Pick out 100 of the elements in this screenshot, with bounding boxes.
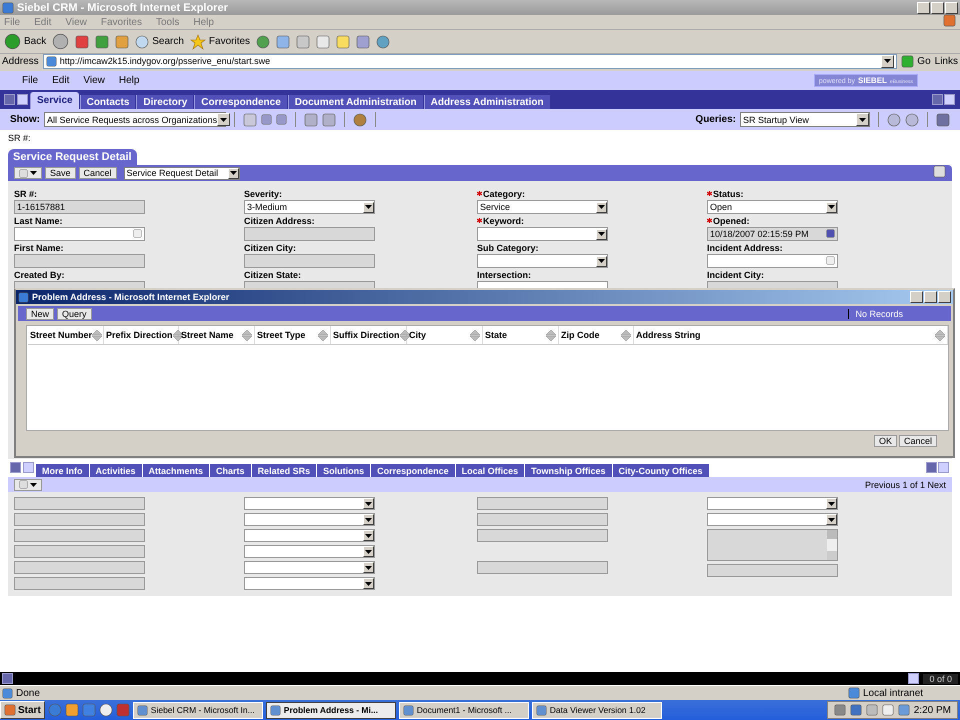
form-field[interactable] — [14, 227, 145, 241]
dropdown-icon[interactable] — [598, 205, 605, 209]
form-field[interactable] — [707, 497, 838, 510]
column-header[interactable]: Suffix Direction — [333, 330, 400, 340]
menu-item[interactable]: View — [83, 75, 105, 86]
dropdown-icon[interactable] — [30, 171, 37, 175]
form-field[interactable] — [244, 513, 375, 526]
close-button[interactable] — [938, 291, 951, 303]
taskbar-button[interactable]: Problem Address - Mi... — [266, 702, 396, 718]
form-field[interactable] — [244, 561, 375, 574]
dropdown-icon[interactable] — [30, 482, 37, 486]
dropdown-icon[interactable] — [598, 232, 605, 236]
form-field[interactable] — [14, 561, 145, 574]
column-header[interactable]: Address String — [636, 330, 701, 340]
dropdown-icon[interactable] — [598, 259, 605, 263]
scroll-left-button[interactable] — [932, 94, 943, 105]
view-tab[interactable]: More Info — [36, 464, 88, 477]
dialog-button[interactable]: Cancel — [898, 435, 937, 447]
form-field[interactable] — [707, 564, 838, 577]
menu-item[interactable]: Help — [118, 75, 140, 86]
screen-tab[interactable]: Correspondence — [194, 95, 287, 109]
column-header[interactable]: Zip Code — [561, 330, 600, 340]
dropdown-icon[interactable] — [365, 518, 372, 522]
maximize-button[interactable] — [924, 291, 937, 303]
dropdown-icon[interactable] — [828, 502, 835, 506]
dropdown-icon[interactable] — [365, 205, 372, 209]
dialog-button[interactable]: OK — [874, 435, 897, 447]
taskbar-button[interactable]: Document1 - Microsoft ... — [398, 702, 529, 718]
taskbar-button[interactable]: Siebel CRM - Microsoft In... — [132, 702, 263, 718]
sort-icon[interactable] — [172, 330, 183, 340]
view-tab[interactable]: Township Offices — [525, 464, 612, 477]
form-field[interactable] — [14, 497, 145, 510]
form-field[interactable] — [477, 513, 608, 526]
view-tab[interactable]: City-County Offices — [612, 464, 709, 477]
screen-tab[interactable]: Service — [30, 92, 79, 109]
form-field[interactable] — [244, 497, 375, 510]
menu-button[interactable] — [14, 167, 42, 179]
form-field[interactable] — [477, 227, 608, 241]
queries-dropdown[interactable]: SR Startup View — [740, 112, 870, 127]
view-tab[interactable]: Related SRs — [252, 464, 316, 477]
scroll-left-button[interactable] — [10, 462, 21, 473]
view-tab[interactable]: Local Offices — [456, 464, 524, 477]
form-field[interactable] — [477, 497, 608, 510]
form-field[interactable] — [244, 227, 375, 241]
minimize-button[interactable] — [917, 2, 930, 14]
pager[interactable]: Previous 1 of 1 Next — [864, 480, 946, 490]
address-field[interactable]: http://imcaw2k15.indygov.org/psserive_enu/start.swe — [42, 54, 898, 68]
scroll-right-button[interactable] — [908, 673, 920, 684]
screen-tab[interactable]: Address Administration — [424, 95, 550, 109]
menu-item[interactable]: Edit — [52, 75, 70, 86]
applet-button[interactable]: New — [26, 308, 54, 320]
toolbar-button[interactable]: Search — [135, 34, 184, 48]
column-header[interactable]: City — [409, 330, 426, 340]
scroll-left-button[interactable] — [926, 462, 937, 473]
go-button[interactable]: Go — [901, 54, 931, 68]
view-tab[interactable]: Activities — [90, 464, 142, 477]
close-button[interactable] — [945, 2, 958, 14]
dropdown-icon[interactable] — [828, 518, 835, 522]
view-tab[interactable]: Correspondence — [371, 464, 455, 477]
form-field[interactable] — [14, 577, 145, 590]
dropdown-icon[interactable] — [828, 205, 835, 209]
text-area[interactable] — [707, 529, 838, 561]
form-field[interactable] — [477, 561, 608, 574]
view-dropdown[interactable]: Service Request Detail — [124, 166, 240, 180]
column-header[interactable]: Street Name — [181, 330, 234, 340]
toolbar-button[interactable]: Favorites — [190, 34, 250, 50]
toolbar-button[interactable]: Back — [4, 33, 46, 50]
form-field[interactable] — [14, 254, 145, 268]
minimize-button[interactable] — [910, 291, 923, 303]
menu-item[interactable]: File — [22, 75, 38, 86]
form-field[interactable] — [244, 545, 375, 558]
form-field[interactable] — [477, 254, 608, 268]
applet-button[interactable]: Save — [45, 167, 76, 179]
form-field[interactable] — [244, 254, 375, 268]
dropdown-icon[interactable] — [365, 502, 372, 506]
start-button[interactable]: Start — [0, 701, 45, 719]
dropdown-icon[interactable] — [365, 550, 372, 554]
dropdown-icon[interactable] — [859, 118, 866, 122]
screen-tab[interactable]: Directory — [136, 95, 194, 109]
form-field[interactable] — [14, 529, 145, 542]
menu-button[interactable] — [14, 478, 42, 490]
links-label[interactable]: Links — [934, 56, 958, 66]
dropdown-icon[interactable] — [365, 566, 372, 570]
column-header[interactable]: Prefix Direction — [106, 330, 173, 340]
form-field[interactable] — [707, 513, 838, 526]
column-header[interactable]: State — [485, 330, 508, 340]
view-tab[interactable]: Solutions — [317, 464, 370, 477]
applet-button[interactable]: Query — [57, 308, 92, 320]
form-field[interactable] — [14, 513, 145, 526]
form-field[interactable] — [707, 254, 838, 268]
maximize-button[interactable] — [931, 2, 944, 14]
form-field[interactable] — [244, 529, 375, 542]
form-field[interactable] — [14, 545, 145, 558]
screen-tab[interactable]: Contacts — [80, 95, 136, 109]
dropdown-icon[interactable] — [365, 534, 372, 538]
form-field[interactable] — [244, 577, 375, 590]
view-tab[interactable]: Charts — [210, 464, 251, 477]
screen-tab[interactable]: Document Administration — [288, 95, 423, 109]
dropdown-icon[interactable] — [884, 59, 892, 63]
view-tab[interactable]: Attachments — [142, 464, 210, 477]
